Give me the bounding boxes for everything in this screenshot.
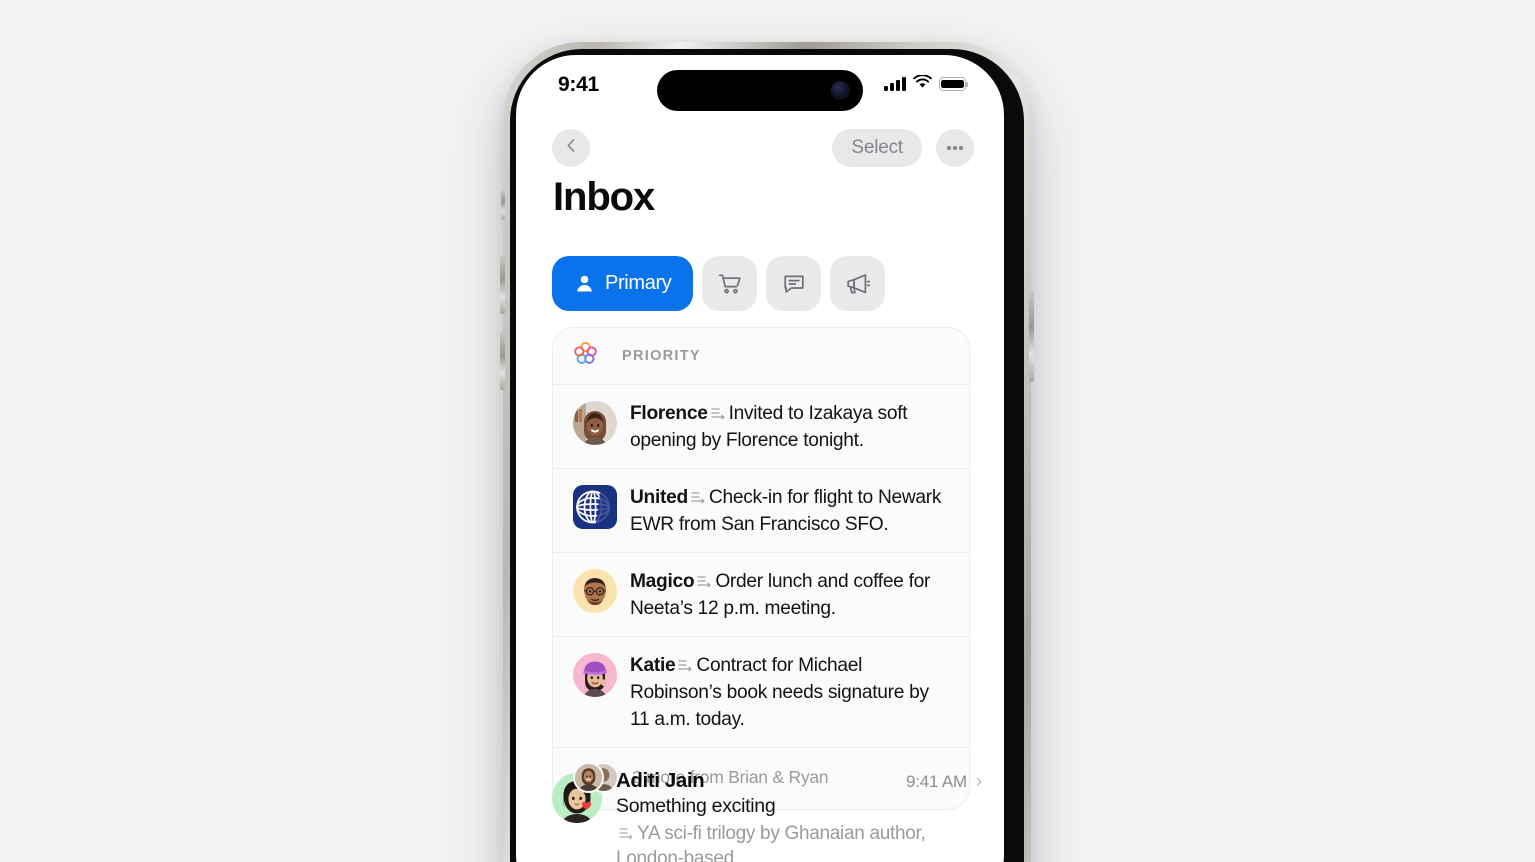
chat-bubble-icon <box>781 271 807 297</box>
phone-screen: 9:41 Select Inbox Primary PRIORITY Flore… <box>516 55 1004 862</box>
volume-down-button[interactable] <box>500 332 505 390</box>
tab-primary[interactable]: Primary <box>552 256 694 311</box>
priority-item-florence[interactable]: Florence Invited to Izakaya soft opening … <box>553 385 969 469</box>
priority-item-text: Florence Invited to Izakaya soft opening … <box>630 399 953 454</box>
status-time: 9:41 <box>558 73 599 96</box>
more-options-button[interactable] <box>936 129 974 167</box>
battery-icon <box>939 77 969 91</box>
navigation-bar: Select <box>516 117 1004 179</box>
status-bar: 9:41 <box>516 55 1004 117</box>
priority-item-katie[interactable]: Katie Contract for Michael Robinson’s boo… <box>553 637 969 748</box>
summary-arrow-icon <box>690 485 706 504</box>
priority-sender: Magico <box>630 571 695 592</box>
chevron-right-icon[interactable]: › <box>976 772 982 790</box>
summary-arrow-icon <box>677 653 693 672</box>
priority-sender: Katie <box>630 655 676 676</box>
status-icons <box>884 73 969 94</box>
message-preview-text: YA sci-fi trilogy by Ghanaian author, Lo… <box>616 823 926 862</box>
priority-card: PRIORITY Florence Invited to Izakaya sof… <box>552 327 970 810</box>
message-header: Aditi Jain 9:41 AM › <box>616 769 982 793</box>
florence-avatar <box>573 401 617 445</box>
priority-label: PRIORITY <box>622 348 701 364</box>
priority-header: PRIORITY <box>553 328 969 385</box>
cart-icon <box>717 271 743 297</box>
message-sender: Aditi Jain <box>616 769 705 792</box>
priority-item-text: United Check-in for flight to Newark EWR … <box>630 483 953 538</box>
priority-sender: United <box>630 487 688 508</box>
message-preview: YA sci-fi trilogy by Ghanaian author, Lo… <box>616 821 982 862</box>
front-camera-icon <box>831 81 850 100</box>
priority-sender: Florence <box>630 403 708 424</box>
katie-avatar <box>573 653 617 697</box>
tab-promotions[interactable] <box>830 256 886 311</box>
person-icon <box>574 273 595 294</box>
ellipsis-icon <box>947 146 963 150</box>
tab-updates[interactable] <box>766 256 822 311</box>
chevron-left-icon <box>563 137 580 159</box>
signal-bars-icon <box>884 77 906 91</box>
iphone-device-frame: 9:41 Select Inbox Primary PRIORITY Flore… <box>500 42 1034 862</box>
silent-switch[interactable] <box>501 190 505 220</box>
select-label: Select <box>851 137 903 158</box>
priority-item-magico[interactable]: Magico Order lunch and coffee for Neeta’s… <box>553 553 969 637</box>
back-button[interactable] <box>552 129 590 167</box>
apple-intelligence-icon <box>573 341 598 371</box>
tab-primary-label: Primary <box>605 272 672 294</box>
summary-arrow-icon <box>696 569 712 588</box>
magico-avatar <box>573 569 617 613</box>
screenshot-canvas: 9:41 Select Inbox Primary PRIORITY Flore… <box>0 0 1535 862</box>
dynamic-island <box>657 70 863 111</box>
brian-avatar <box>573 762 604 793</box>
tab-transactions[interactable] <box>702 256 758 311</box>
message-time: 9:41 AM <box>906 772 967 791</box>
summary-arrow-icon <box>710 401 726 420</box>
power-button[interactable] <box>1029 290 1034 382</box>
page-title: Inbox <box>553 175 655 219</box>
volume-up-button[interactable] <box>500 256 505 314</box>
priority-item-text: Magico Order lunch and coffee for Neeta’s… <box>630 567 953 622</box>
priority-item-text: Katie Contract for Michael Robinson’s boo… <box>630 651 953 733</box>
stacked-avatars <box>573 761 619 793</box>
message-subject: Something exciting <box>616 795 776 817</box>
summary-arrow-icon <box>618 822 634 840</box>
megaphone-icon <box>845 271 871 297</box>
priority-item-united[interactable]: United Check-in for flight to Newark EWR … <box>553 469 969 553</box>
select-button[interactable]: Select <box>832 129 922 167</box>
wifi-icon <box>913 73 932 94</box>
united-logo <box>573 485 617 529</box>
mailbox-filter-tabs: Primary <box>552 256 886 311</box>
